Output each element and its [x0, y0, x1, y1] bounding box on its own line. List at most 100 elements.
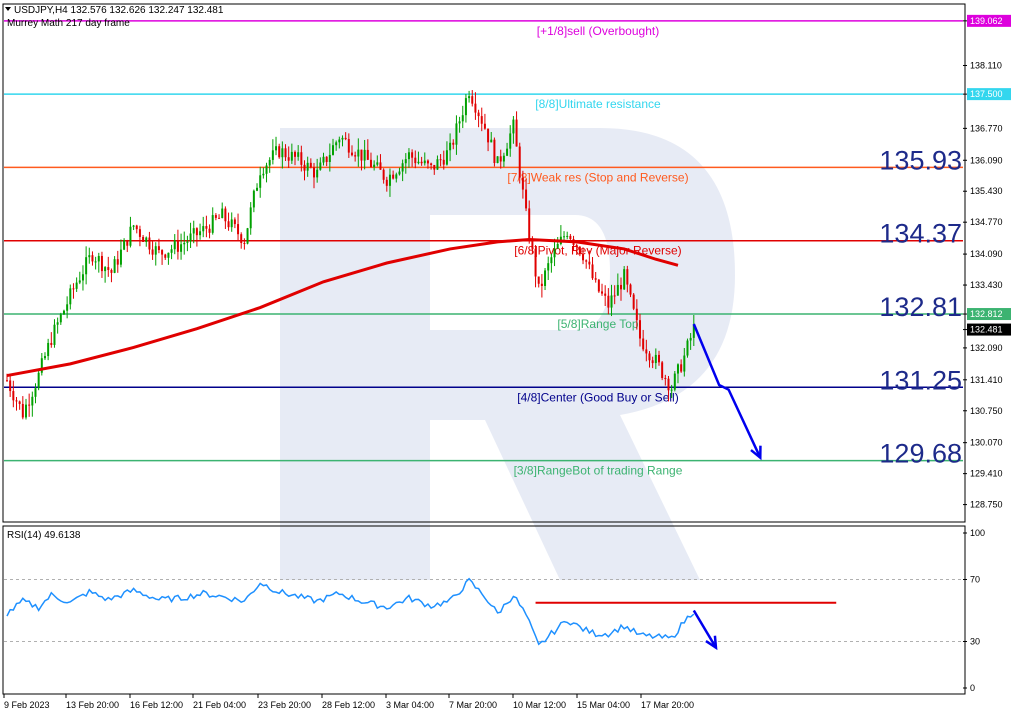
- candle-body: [420, 161, 423, 164]
- candle-body: [6, 380, 8, 382]
- candle-body: [335, 142, 338, 146]
- candle-body: [414, 157, 417, 164]
- candle-body: [632, 294, 635, 309]
- candle-body: [458, 121, 461, 124]
- price-tick-label: 136.770: [970, 123, 1003, 133]
- candle-body: [66, 304, 69, 311]
- candle-body: [556, 243, 559, 249]
- candle-body: [116, 259, 119, 265]
- candle-body: [604, 293, 607, 296]
- candle-body: [654, 354, 657, 364]
- candle-body: [59, 314, 62, 323]
- candle-body: [338, 139, 341, 143]
- candle-body: [199, 231, 202, 236]
- candle-body: [521, 177, 524, 190]
- candle-body: [154, 246, 157, 255]
- candle-body: [626, 269, 629, 285]
- candle-body: [426, 160, 429, 164]
- candle-body: [85, 257, 88, 275]
- candle-body: [237, 224, 240, 235]
- price-tag-label: 132.812: [970, 309, 1003, 319]
- rsi-pane-frame: [2, 525, 966, 695]
- candle-body: [132, 225, 135, 227]
- candle-body: [34, 388, 37, 397]
- candle-body: [350, 152, 353, 156]
- symbol-header: USDJPY,H4 132.576 132.626 132.247 132.48…: [14, 5, 224, 16]
- candle-body: [563, 236, 566, 238]
- candle-body: [623, 269, 626, 290]
- candle-body: [464, 98, 467, 116]
- candle-body: [75, 282, 78, 289]
- candle-body: [183, 242, 186, 245]
- candle-body: [591, 264, 594, 279]
- candle-body: [246, 228, 249, 244]
- candle-body: [145, 237, 148, 242]
- candle-body: [62, 310, 65, 315]
- time-tick-label: 9 Feb 2023: [4, 700, 50, 710]
- candle-body: [379, 162, 382, 170]
- candle-body: [452, 142, 455, 145]
- collapse-triangle-icon[interactable]: [5, 7, 11, 11]
- candle-body: [119, 249, 122, 265]
- candle-body: [107, 267, 110, 270]
- candle-body: [94, 261, 97, 263]
- candle-body: [18, 401, 21, 404]
- candle-body: [635, 308, 638, 321]
- candle-body: [597, 279, 600, 292]
- candle-body: [240, 234, 243, 244]
- candle-body: [689, 337, 692, 341]
- candle-body: [262, 173, 265, 176]
- level-value-label: 134.37: [879, 219, 962, 249]
- candle-body: [189, 233, 192, 242]
- murrey-level-label: [7/8]Weak res (Stop and Reverse): [507, 170, 688, 184]
- candle-body: [553, 248, 556, 258]
- candle-body: [344, 137, 347, 140]
- candle-body: [639, 320, 641, 339]
- candle-body: [148, 237, 151, 250]
- rsi-axis: 100 70 30 0: [963, 528, 985, 693]
- candle-body: [354, 155, 357, 157]
- candle-body: [72, 288, 75, 290]
- candle-body: [24, 404, 27, 418]
- candle-body: [610, 295, 613, 308]
- candle-body: [341, 137, 344, 140]
- candle-body: [385, 179, 388, 186]
- candle-body: [300, 152, 303, 165]
- candle-body: [284, 148, 287, 158]
- candle-body: [369, 159, 372, 168]
- candle-body: [214, 215, 217, 218]
- candle-body: [157, 246, 160, 251]
- candle-body: [392, 174, 395, 179]
- candle-body: [69, 288, 72, 305]
- rsi-series: [6, 577, 837, 646]
- candle-body: [100, 255, 103, 272]
- candle-body: [502, 155, 505, 162]
- candle-body: [50, 342, 53, 345]
- candle-body: [265, 165, 268, 174]
- candle-body: [445, 150, 448, 165]
- candle-body: [670, 389, 673, 391]
- candle-body: [648, 353, 651, 361]
- candle-body: [534, 248, 537, 277]
- candle-body: [227, 221, 230, 228]
- candle-body: [161, 250, 164, 255]
- time-tick-label: 28 Feb 12:00: [322, 700, 375, 710]
- candle-body: [642, 338, 645, 350]
- level-value-label: 135.93: [879, 145, 962, 175]
- price-tick-label: 138.110: [970, 61, 1002, 71]
- candle-body: [195, 228, 198, 236]
- candle-body: [173, 240, 176, 250]
- candle-body: [142, 236, 145, 242]
- candle-body: [275, 146, 278, 151]
- broker-logo-watermark: [280, 128, 735, 580]
- candle-body: [404, 159, 407, 164]
- price-tick-label: 134.090: [970, 249, 1003, 259]
- candle-body: [664, 378, 667, 380]
- candle-body: [91, 255, 94, 262]
- candle-body: [585, 260, 588, 262]
- candle-body: [496, 156, 499, 164]
- candle-body: [439, 159, 442, 161]
- candle-body: [528, 208, 531, 241]
- candle-body: [578, 246, 581, 255]
- candle-body: [455, 123, 458, 145]
